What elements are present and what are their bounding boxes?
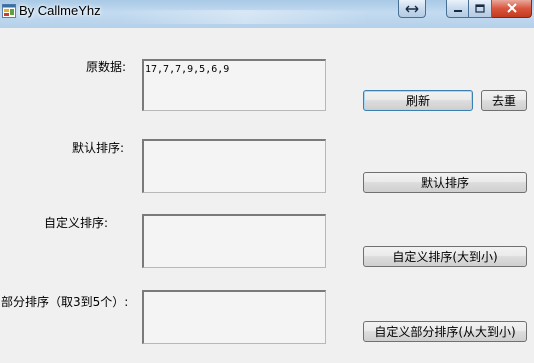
partial-sort-label: 部分排序（取3到5个）: xyxy=(1,295,129,309)
default-sort-textbox[interactable] xyxy=(142,139,326,193)
minimize-button[interactable] xyxy=(446,0,469,18)
close-icon xyxy=(506,2,518,16)
swap-button[interactable] xyxy=(398,0,426,18)
raw-data-label: 原数据: xyxy=(86,60,127,74)
maximize-icon xyxy=(475,2,485,16)
partial-sort-textbox[interactable] xyxy=(142,290,326,344)
custom-partial-sort-button[interactable]: 自定义部分排序(从大到小) xyxy=(363,321,527,342)
dedupe-button[interactable]: 去重 xyxy=(481,90,527,111)
default-sort-label: 默认排序: xyxy=(72,141,125,155)
refresh-button[interactable]: 刷新 xyxy=(363,90,473,111)
default-sort-button[interactable]: 默认排序 xyxy=(363,172,527,193)
raw-data-textbox[interactable]: 17,7,7,9,5,6,9 xyxy=(142,59,326,111)
maximize-button[interactable] xyxy=(469,0,492,18)
title-bar[interactable]: By CallmeYhz xyxy=(0,0,534,28)
custom-sort-textbox[interactable] xyxy=(142,214,326,268)
custom-sort-label: 自定义排序: xyxy=(44,216,109,230)
swap-arrows-icon xyxy=(405,2,419,16)
window-title: By CallmeYhz xyxy=(19,3,101,18)
custom-sort-button[interactable]: 自定义排序(大到小) xyxy=(363,246,527,267)
close-button[interactable] xyxy=(492,0,532,18)
app-window-icon[interactable] xyxy=(2,4,16,18)
minimize-icon xyxy=(453,2,463,16)
